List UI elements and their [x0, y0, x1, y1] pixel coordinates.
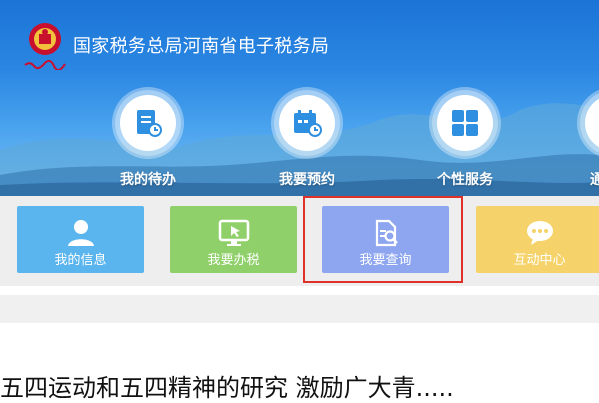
tile-label: 我的信息: [54, 253, 107, 268]
monitor-cursor-icon: [218, 219, 249, 246]
chat-bubble-icon: [526, 221, 553, 245]
nav-partial[interactable]: 通: [560, 90, 599, 189]
news-headline[interactable]: 五四运动和五四精神的研究 激励广大青.....: [0, 368, 599, 403]
nav-label: 我的待办: [120, 172, 176, 188]
tile-tax-handling[interactable]: 我要办税: [170, 206, 297, 273]
user-icon: [67, 220, 94, 246]
tile-interaction-center[interactable]: 互动中心: [476, 206, 599, 273]
tile-label: 我要办税: [207, 253, 260, 268]
todo-doc-icon: [137, 110, 162, 137]
tile-label: 互动中心: [513, 253, 566, 268]
nav-label: 我要预约: [279, 172, 335, 188]
nav-appointment[interactable]: 我要预约: [262, 90, 352, 189]
header-banner: 国家税务总局河南省电子税务局 我的待办 我要预约 个性服务 通: [0, 0, 599, 196]
quick-tiles: 我的信息 我要办税 我要查询 互动中心: [0, 196, 599, 286]
site-title: 国家税务总局河南省电子税务局: [73, 36, 330, 57]
selection-highlight: [303, 196, 463, 283]
emblem-caption-logo: [24, 60, 66, 70]
nav-my-todo[interactable]: 我的待办: [103, 90, 193, 189]
nav-label: 通: [590, 172, 599, 188]
tax-emblem-icon: [29, 23, 61, 55]
grid-icon: [452, 110, 478, 136]
calendar-clock-icon: [294, 110, 322, 137]
section-divider: [0, 295, 599, 323]
nav-personal-service[interactable]: 个性服务: [420, 90, 510, 189]
nav-label: 个性服务: [437, 172, 493, 188]
tile-my-info[interactable]: 我的信息: [17, 206, 144, 273]
